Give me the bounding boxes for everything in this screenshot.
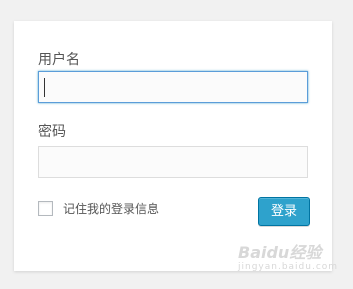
remember-label[interactable]: 记住我的登录信息 (63, 202, 159, 216)
remember-checkbox[interactable] (38, 201, 53, 216)
username-input[interactable] (39, 72, 307, 102)
password-input[interactable] (39, 147, 307, 177)
login-button[interactable]: 登录 (258, 197, 310, 226)
username-label: 用户名 (38, 52, 80, 68)
login-form: 用户名 密码 记住我的登录信息 登录 (14, 21, 332, 271)
login-page: 用户名 密码 记住我的登录信息 登录 Baidu经验 jingyan.baidu… (0, 0, 353, 289)
username-field[interactable] (38, 71, 308, 103)
password-label: 密码 (38, 124, 66, 140)
remember-me[interactable]: 记住我的登录信息 (38, 201, 159, 216)
password-field[interactable] (38, 146, 308, 178)
